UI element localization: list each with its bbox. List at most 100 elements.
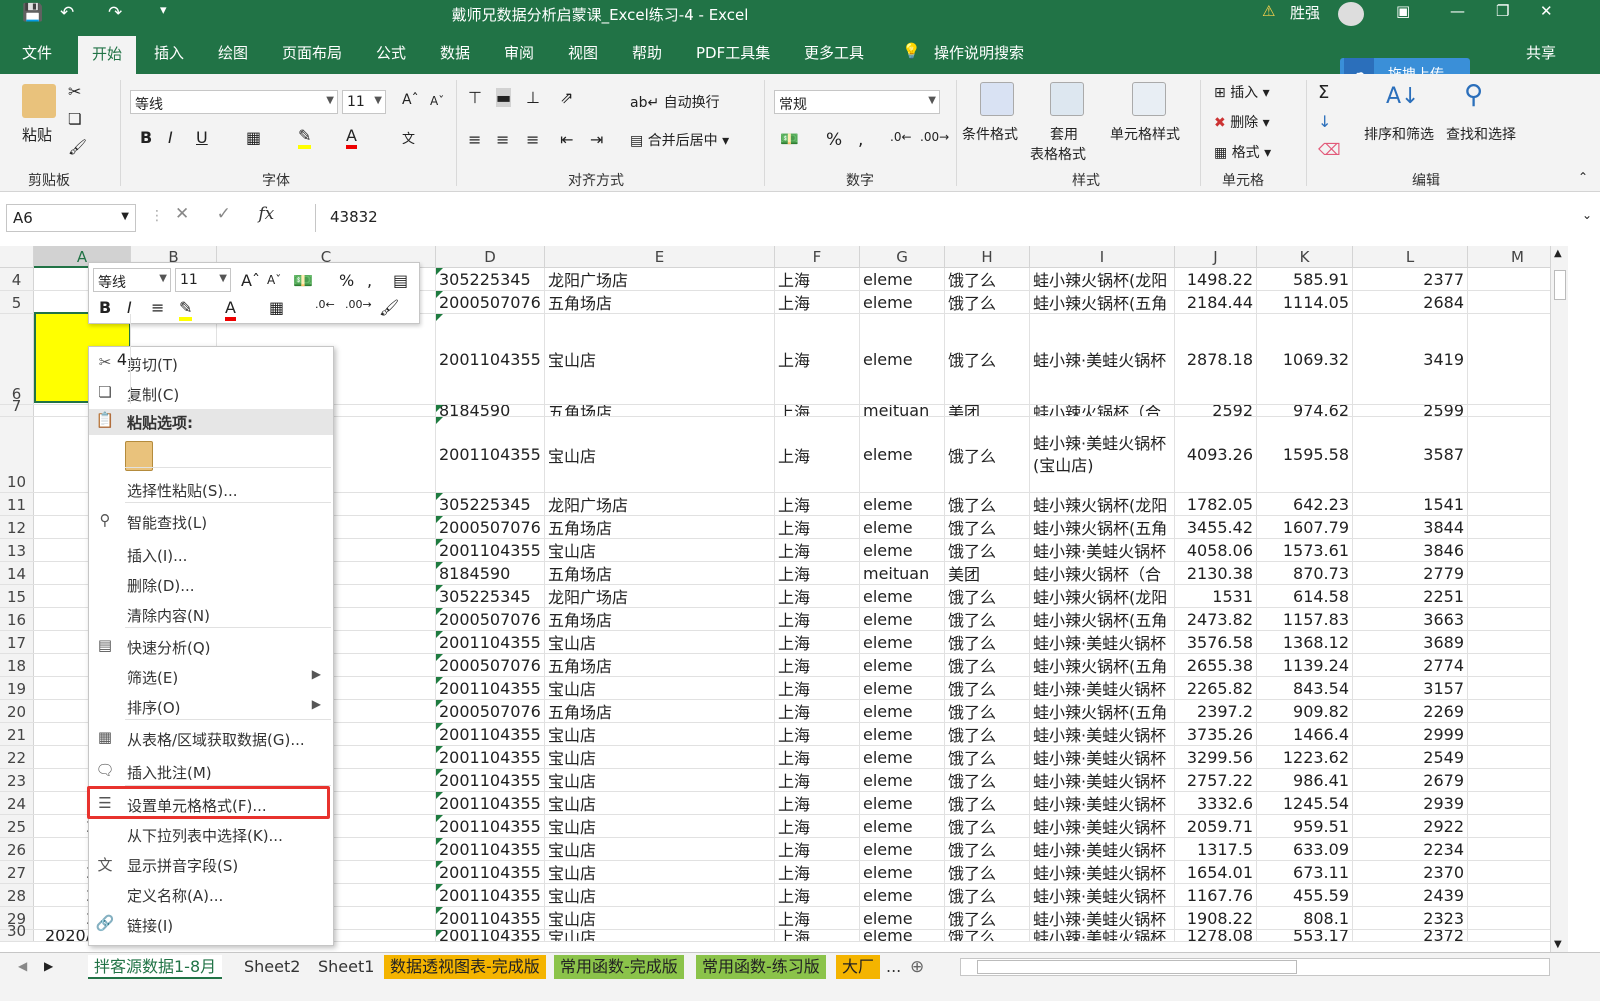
cell-a[interactable]: 4 [34,314,131,404]
column-header[interactable]: D [436,246,545,268]
cell-e[interactable]: 五角场店 [545,516,775,538]
row-header[interactable]: 6 [0,314,34,404]
merge-icon[interactable]: ▤ [393,271,408,290]
percent-icon[interactable]: % [339,271,354,290]
cell-e[interactable]: 五角场店 [545,654,775,676]
cell-e[interactable]: 宝山店 [545,631,775,653]
cell-l[interactable]: 3844 [1353,516,1468,538]
cell-i[interactable]: 蛙小辣·美蛙火锅杯 [1030,677,1175,699]
cell-k[interactable]: 585.91 [1257,268,1353,290]
decrease-indent-icon[interactable]: ⇤ [560,130,573,149]
sheet-tab[interactable]: Sheet2 [238,955,306,979]
increase-decimal-icon[interactable]: .0← [315,298,335,311]
cell-f[interactable]: 上海 [775,907,860,929]
row-header[interactable]: 13 [0,539,34,561]
cut-icon[interactable]: ✂ [68,82,81,101]
fill-color-icon[interactable]: ✎ [179,298,193,321]
cell-k[interactable]: 642.23 [1257,493,1353,515]
select-all-corner[interactable] [0,246,34,268]
cell-g[interactable]: eleme [860,608,945,630]
tab-page-layout[interactable]: 页面布局 [282,42,342,63]
collapse-ribbon-icon[interactable]: ⌃ [1578,170,1588,184]
context-menu-item[interactable]: 排序(O) ▶ [89,694,333,720]
align-middle-icon[interactable]: ▬ [496,88,512,107]
cell-e[interactable]: 宝山店 [545,861,775,883]
format-as-table-icon[interactable] [1050,82,1084,116]
tab-more-tools[interactable]: 更多工具 [804,42,864,63]
cell-g[interactable]: eleme [860,314,945,404]
cell-d[interactable]: 2001104355 [436,838,545,860]
cell-i[interactable]: 蛙小辣·美蛙火锅杯 [1030,884,1175,906]
orientation-icon[interactable]: ⇗ [560,88,573,107]
cell-j[interactable]: 1278.08 [1175,930,1257,941]
cell-k[interactable]: 1223.62 [1257,746,1353,768]
row-header[interactable]: 16 [0,608,34,630]
cell-l[interactable]: 2599 [1353,405,1468,416]
cell-k[interactable]: 1466.4 [1257,723,1353,745]
italic-icon[interactable]: I [168,128,173,147]
cell-k[interactable]: 553.17 [1257,930,1353,941]
cell-h[interactable]: 饿了么 [945,838,1030,860]
context-menu-item[interactable]: 🗨 插入批注(M) [89,759,333,785]
cell-i[interactable]: 蛙小辣·美蛙火锅杯 [1030,815,1175,837]
cell-k[interactable]: 959.51 [1257,815,1353,837]
cell-k[interactable]: 1368.12 [1257,631,1353,653]
format-painter-icon[interactable]: 🖌 [379,298,399,317]
cell-f[interactable]: 上海 [775,405,860,416]
align-center-icon[interactable]: ≡ [151,298,164,317]
cell-k[interactable]: 1069.32 [1257,314,1353,404]
wrap-text-button[interactable]: ab↵ 自动换行 [630,92,720,112]
insert-cells-button[interactable]: ⊞ 插入 ▾ [1214,82,1270,102]
cell-i[interactable]: 蛙小辣火锅杯(龙阳 [1030,585,1175,607]
font-color-icon[interactable]: A [225,298,236,321]
cell-g[interactable]: meituan [860,562,945,584]
cell-f[interactable]: 上海 [775,677,860,699]
avatar[interactable] [1338,2,1364,26]
formula-input[interactable]: 43832 [315,204,1565,232]
cell-f[interactable]: 上海 [775,930,860,941]
cell-j[interactable]: 2184.44 [1175,291,1257,313]
cell-l[interactable]: 2439 [1353,884,1468,906]
cell-k[interactable]: 673.11 [1257,861,1353,883]
cell-k[interactable]: 614.58 [1257,585,1353,607]
cell-f[interactable]: 上海 [775,516,860,538]
cell-h[interactable]: 饿了么 [945,677,1030,699]
cell-l[interactable]: 2779 [1353,562,1468,584]
cell-l[interactable]: 2323 [1353,907,1468,929]
prev-sheet-icon[interactable]: ◀ [18,959,27,973]
cell-h[interactable]: 饿了么 [945,792,1030,814]
row-header[interactable]: 24 [0,792,34,814]
cell-j[interactable]: 2655.38 [1175,654,1257,676]
column-header[interactable]: G [860,246,945,268]
cell-j[interactable]: 3576.58 [1175,631,1257,653]
cell-h[interactable]: 饿了么 [945,516,1030,538]
context-menu-item[interactable]: 筛选(E) ▶ [89,664,333,690]
cell-f[interactable]: 上海 [775,539,860,561]
cell-k[interactable]: 1595.58 [1257,417,1353,492]
column-header[interactable]: E [545,246,775,268]
format-as-table-label-2[interactable]: 表格格式 [1030,144,1086,164]
cell-f[interactable]: 上海 [775,769,860,791]
cell-i[interactable]: 蛙小辣·美蛙火锅杯 [1030,792,1175,814]
phonetic-icon[interactable]: 文 [402,128,415,147]
cell-l[interactable]: 2234 [1353,838,1468,860]
cell-i[interactable]: 蛙小辣·美蛙火锅杯 [1030,539,1175,561]
cell-d[interactable]: 2000507076 [436,700,545,722]
cell-g[interactable]: eleme [860,861,945,883]
underline-icon[interactable]: U [196,128,208,147]
cancel-icon[interactable]: ✕ [175,204,189,224]
context-menu-item[interactable]: ▦ 从表格/区域获取数据(G)... [89,726,333,752]
accounting-format-icon[interactable]: 💵 [293,271,313,290]
sort-filter-icon[interactable]: A↓ [1386,84,1419,109]
cell-g[interactable]: eleme [860,291,945,313]
align-center-icon[interactable]: ≡ [496,130,509,149]
sheet-tab[interactable]: 拌客源数据1-8月 [88,955,223,979]
cell-h[interactable]: 饿了么 [945,907,1030,929]
delete-cells-button[interactable]: ✖ 删除 ▾ [1214,112,1270,132]
scrollbar-thumb[interactable] [977,960,1297,974]
cell-d[interactable]: 305225345 [436,268,545,290]
context-menu-item[interactable]: ⚲ 智能查找(L) [89,509,333,535]
cell-h[interactable]: 饿了么 [945,417,1030,492]
format-painter-icon[interactable]: 🖌 [68,138,87,156]
fill-icon[interactable]: ↓ [1318,112,1331,131]
